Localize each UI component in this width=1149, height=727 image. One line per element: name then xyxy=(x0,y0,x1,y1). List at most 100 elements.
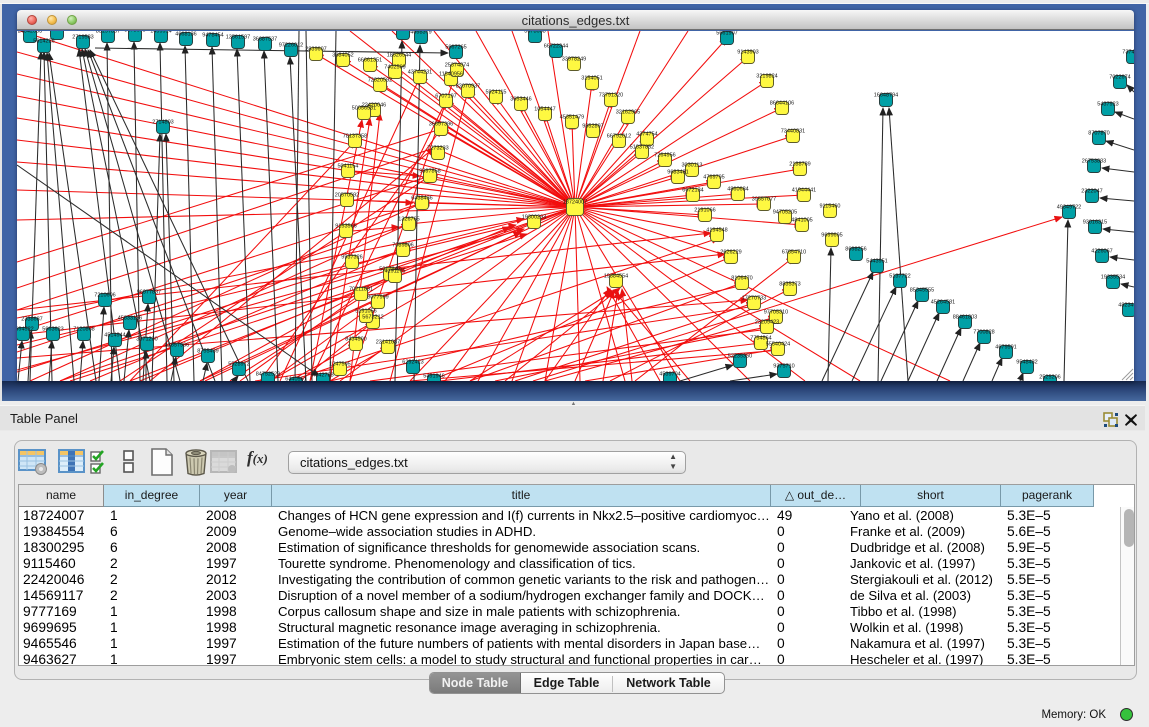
svg-text:7120868: 7120868 xyxy=(73,327,94,333)
svg-text:1326765: 1326765 xyxy=(398,217,419,223)
svg-text:2338687: 2338687 xyxy=(21,317,42,323)
svg-text:66792612: 66792612 xyxy=(607,134,631,140)
svg-text:3219824: 3219824 xyxy=(756,74,777,80)
svg-text:4668136: 4668136 xyxy=(175,32,196,38)
svg-text:6438436: 6438436 xyxy=(411,196,432,202)
svg-text:4194548: 4194548 xyxy=(706,228,727,234)
svg-text:96977837: 96977837 xyxy=(137,290,161,296)
svg-text:51837852: 51837852 xyxy=(630,145,654,151)
svg-text:9852897: 9852897 xyxy=(582,124,603,130)
svg-text:1247595: 1247595 xyxy=(329,362,350,368)
svg-text:18526544: 18526544 xyxy=(387,53,411,59)
svg-text:8698256: 8698256 xyxy=(845,247,866,253)
svg-text:5491946: 5491946 xyxy=(423,374,444,380)
svg-text:7700828: 7700828 xyxy=(973,330,994,336)
svg-text:3030113: 3030113 xyxy=(681,163,702,169)
svg-text:2719583: 2719583 xyxy=(72,35,93,41)
svg-text:13561597: 13561597 xyxy=(226,35,250,41)
svg-text:9937326: 9937326 xyxy=(341,255,362,261)
svg-text:45264581: 45264581 xyxy=(931,300,955,306)
svg-text:5667265: 5667265 xyxy=(445,45,466,51)
svg-text:19335534: 19335534 xyxy=(1101,275,1125,281)
svg-text:5528972: 5528972 xyxy=(228,362,249,368)
svg-text:94705205: 94705205 xyxy=(773,210,797,216)
svg-text:9115460: 9115460 xyxy=(819,204,840,210)
svg-text:39557077: 39557077 xyxy=(752,197,776,203)
svg-text:5191056: 5191056 xyxy=(355,309,376,315)
svg-text:45833156: 45833156 xyxy=(118,316,142,322)
svg-text:4769795: 4769795 xyxy=(703,175,724,181)
svg-text:5137722: 5137722 xyxy=(889,274,910,280)
svg-text:7089806: 7089806 xyxy=(392,243,413,249)
svg-text:4226067: 4226067 xyxy=(1091,249,1112,255)
svg-text:9699695: 9699695 xyxy=(821,233,842,239)
svg-text:8106470: 8106470 xyxy=(731,276,752,282)
svg-text:83197857: 83197857 xyxy=(96,31,120,35)
svg-text:6707197: 6707197 xyxy=(435,94,456,100)
svg-text:97226012: 97226012 xyxy=(279,43,303,49)
svg-text:7210606: 7210606 xyxy=(94,293,115,299)
svg-text:9897858: 9897858 xyxy=(419,169,440,175)
svg-text:9478454: 9478454 xyxy=(202,33,223,39)
svg-text:73440831: 73440831 xyxy=(781,129,805,135)
svg-text:5663623: 5663623 xyxy=(42,327,63,333)
svg-text:50056581: 50056581 xyxy=(352,106,376,112)
svg-text:6440561: 6440561 xyxy=(285,377,306,382)
svg-text:3678638: 3678638 xyxy=(524,31,545,35)
svg-text:6292423: 6292423 xyxy=(402,360,423,366)
svg-text:17270733: 17270733 xyxy=(742,296,766,302)
svg-text:7022674: 7022674 xyxy=(1109,75,1130,81)
svg-text:8077999: 8077999 xyxy=(367,295,388,301)
svg-text:86644106: 86644106 xyxy=(770,101,794,107)
svg-text:43744231: 43744231 xyxy=(408,70,432,76)
svg-text:9153566: 9153566 xyxy=(335,224,356,230)
svg-text:7264956: 7264956 xyxy=(654,153,675,159)
svg-text:4698379: 4698379 xyxy=(410,31,431,36)
svg-text:93016315: 93016315 xyxy=(1083,220,1107,226)
svg-text:7402509: 7402509 xyxy=(384,65,405,71)
svg-text:4539704: 4539704 xyxy=(659,372,680,378)
svg-text:2322047: 2322047 xyxy=(1081,189,1102,195)
svg-text:11540956: 11540956 xyxy=(439,72,463,78)
svg-text:19384554: 19384554 xyxy=(604,274,628,280)
svg-text:26753883: 26753883 xyxy=(1082,159,1106,165)
svg-text:2191066: 2191066 xyxy=(694,208,715,214)
svg-text:5041154: 5041154 xyxy=(337,164,358,170)
svg-text:2694522: 2694522 xyxy=(17,327,34,333)
svg-text:7273233: 7273233 xyxy=(427,146,448,152)
svg-text:7374122: 7374122 xyxy=(1122,50,1134,56)
svg-text:67854710: 67854710 xyxy=(782,250,806,256)
svg-text:85345555: 85345555 xyxy=(910,288,934,294)
svg-text:52235350: 52235350 xyxy=(728,354,752,360)
svg-text:8835373: 8835373 xyxy=(779,282,800,288)
svg-text:18724007: 18724007 xyxy=(563,200,587,206)
svg-text:78137358: 78137358 xyxy=(343,134,367,140)
svg-text:5673212: 5673212 xyxy=(362,315,383,321)
svg-text:8755439: 8755439 xyxy=(197,349,218,355)
svg-text:4679591: 4679591 xyxy=(995,345,1016,351)
svg-text:82070937: 82070937 xyxy=(456,84,480,90)
svg-text:97705310: 97705310 xyxy=(764,310,788,316)
svg-text:5614226: 5614226 xyxy=(33,39,54,45)
svg-text:2525206: 2525206 xyxy=(1039,375,1060,381)
svg-text:23209423: 23209423 xyxy=(755,320,779,326)
svg-text:33978249: 33978249 xyxy=(562,57,586,63)
svg-text:2188789: 2188789 xyxy=(789,162,810,168)
svg-text:3871230: 3871230 xyxy=(136,337,157,343)
svg-text:25374874: 25374874 xyxy=(445,63,469,69)
svg-text:4744854: 4744854 xyxy=(46,31,67,32)
svg-text:36687537: 36687537 xyxy=(253,37,277,43)
svg-text:49349722: 49349722 xyxy=(1057,205,1081,211)
svg-text:42857966: 42857966 xyxy=(165,343,189,349)
svg-text:45351479: 45351479 xyxy=(560,115,584,121)
svg-text:4823498: 4823498 xyxy=(1118,303,1134,309)
svg-text:73791320: 73791320 xyxy=(599,93,623,99)
svg-text:32162965: 32162965 xyxy=(616,110,640,116)
svg-text:4514944: 4514944 xyxy=(104,333,125,339)
svg-text:23141087: 23141087 xyxy=(376,340,400,346)
svg-text:5443951: 5443951 xyxy=(866,259,887,265)
svg-text:66722344: 66722344 xyxy=(544,44,568,50)
svg-text:70211891: 70211891 xyxy=(349,287,373,293)
svg-text:2626229: 2626229 xyxy=(720,250,741,256)
svg-text:4842788: 4842788 xyxy=(312,373,333,379)
